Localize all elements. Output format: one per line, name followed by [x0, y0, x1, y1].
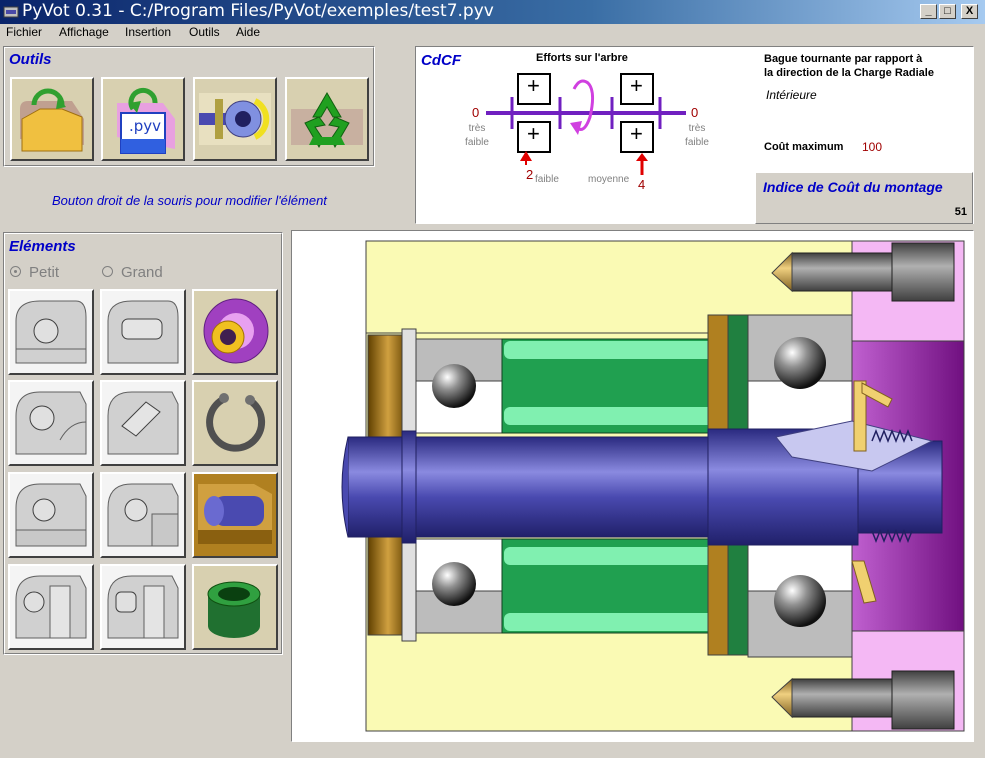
element-tapered-bearing[interactable]: [100, 380, 186, 466]
pyv-label: .pyv: [129, 117, 162, 135]
lock-nut-icon: [194, 291, 276, 373]
open-file-button[interactable]: [10, 77, 94, 161]
right-effort-label-2: faible: [685, 137, 709, 148]
cout-max-label: Coût maximum: [764, 141, 844, 153]
arrow1-value: 2: [526, 167, 534, 182]
element-circlip[interactable]: [192, 380, 278, 466]
effort-plus-4: +: [630, 121, 643, 146]
angular-bearing-icon: [10, 474, 92, 556]
maximize-button[interactable]: □: [939, 4, 956, 19]
element-ball-bearing-small[interactable]: [8, 380, 94, 466]
left-effort-value: 0: [472, 105, 480, 120]
element-double-roller[interactable]: [100, 564, 186, 650]
window-title: PyVot 0.31 - C:/Program Files/PyVot/exem…: [22, 1, 494, 21]
element-angular-bearing[interactable]: [8, 472, 94, 558]
recycle-button[interactable]: [285, 77, 369, 161]
menu-aide[interactable]: Aide: [236, 25, 260, 39]
radio-petit[interactable]: Petit: [10, 264, 59, 281]
circlip-icon: [194, 382, 276, 464]
cout-max-value[interactable]: 100: [862, 140, 882, 154]
ball-bearing-icon: [10, 291, 92, 373]
assembly-view-button[interactable]: [193, 77, 277, 161]
element-shaft[interactable]: [192, 472, 278, 558]
effort-plus-3: +: [630, 73, 643, 98]
needle-bearing-icon: [102, 474, 184, 556]
cost-panel: Indice de Coût du montage 51: [755, 172, 973, 224]
effort-plus-2: +: [527, 121, 540, 146]
bushing-icon: [194, 566, 276, 648]
assembly-icon: [195, 79, 275, 159]
menu-insertion[interactable]: Insertion: [125, 25, 171, 39]
tapered-bearing-icon: [102, 382, 184, 464]
element-bushing[interactable]: [192, 564, 278, 650]
radio-grand[interactable]: Grand: [102, 264, 163, 281]
element-roller-bearing[interactable]: [100, 289, 186, 375]
app-window: PyVot 0.31 - C:/Program Files/PyVot/exem…: [0, 0, 985, 758]
element-lock-nut[interactable]: [192, 289, 278, 375]
right-effort-value: 0: [691, 105, 699, 120]
right-effort-label-1: très: [688, 123, 706, 134]
arrow1-label: faible: [535, 174, 559, 185]
menu-fichier[interactable]: Fichier: [6, 25, 42, 39]
title-bar[interactable]: PyVot 0.31 - C:/Program Files/PyVot/exem…: [0, 0, 985, 24]
shaft-icon: [194, 474, 276, 556]
radio-petit-label: Petit: [29, 264, 60, 281]
left-effort-label-1: très: [468, 123, 486, 134]
radio-grand-label: Grand: [121, 264, 163, 281]
radio-grand-dot: [102, 265, 113, 277]
menu-outils[interactable]: Outils: [189, 25, 220, 39]
folder-open-icon: [12, 79, 92, 159]
left-effort-label-2: faible: [465, 137, 489, 148]
bague-value[interactable]: Intérieure: [766, 88, 817, 102]
outils-title: Outils: [9, 51, 52, 68]
outils-panel: Outils .pyv: [3, 46, 375, 167]
bague-line1: Bague tournante par rapport à: [764, 53, 923, 65]
close-button[interactable]: X: [961, 4, 978, 19]
double-roller-icon: [102, 566, 184, 648]
hint-text: Bouton droit de la souris pour modifier …: [52, 193, 327, 208]
recycle-icon: [287, 79, 367, 159]
save-pyv-button[interactable]: .pyv: [101, 77, 185, 161]
element-ball-bearing[interactable]: [8, 289, 94, 375]
elements-title: Eléments: [9, 238, 76, 255]
element-double-bearing[interactable]: [8, 564, 94, 650]
double-bearing-icon: [10, 566, 92, 648]
cost-value: 51: [954, 206, 967, 218]
assembly-svg: [341, 240, 965, 732]
app-icon: [3, 6, 19, 18]
element-needle-bearing[interactable]: [100, 472, 186, 558]
cost-title: Indice de Coût du montage: [763, 179, 943, 195]
efforts-diagram: [486, 73, 686, 175]
roller-bearing-icon: [102, 291, 184, 373]
effort-plus-1: +: [527, 73, 540, 98]
bague-line2: la direction de la Charge Radiale: [764, 67, 934, 79]
elements-panel: Eléments Petit Grand: [3, 232, 283, 655]
arrow2-value: 4: [638, 177, 646, 192]
radio-petit-dot: [10, 265, 21, 277]
arrow2-label: moyenne: [588, 174, 630, 185]
menu-bar: Fichier Affichage Insertion Outils Aide: [0, 24, 985, 42]
minimize-button[interactable]: _: [920, 4, 937, 19]
menu-affichage[interactable]: Affichage: [59, 25, 109, 39]
assembly-drawing[interactable]: [291, 230, 974, 742]
ball-bearing-small-icon: [10, 382, 92, 464]
